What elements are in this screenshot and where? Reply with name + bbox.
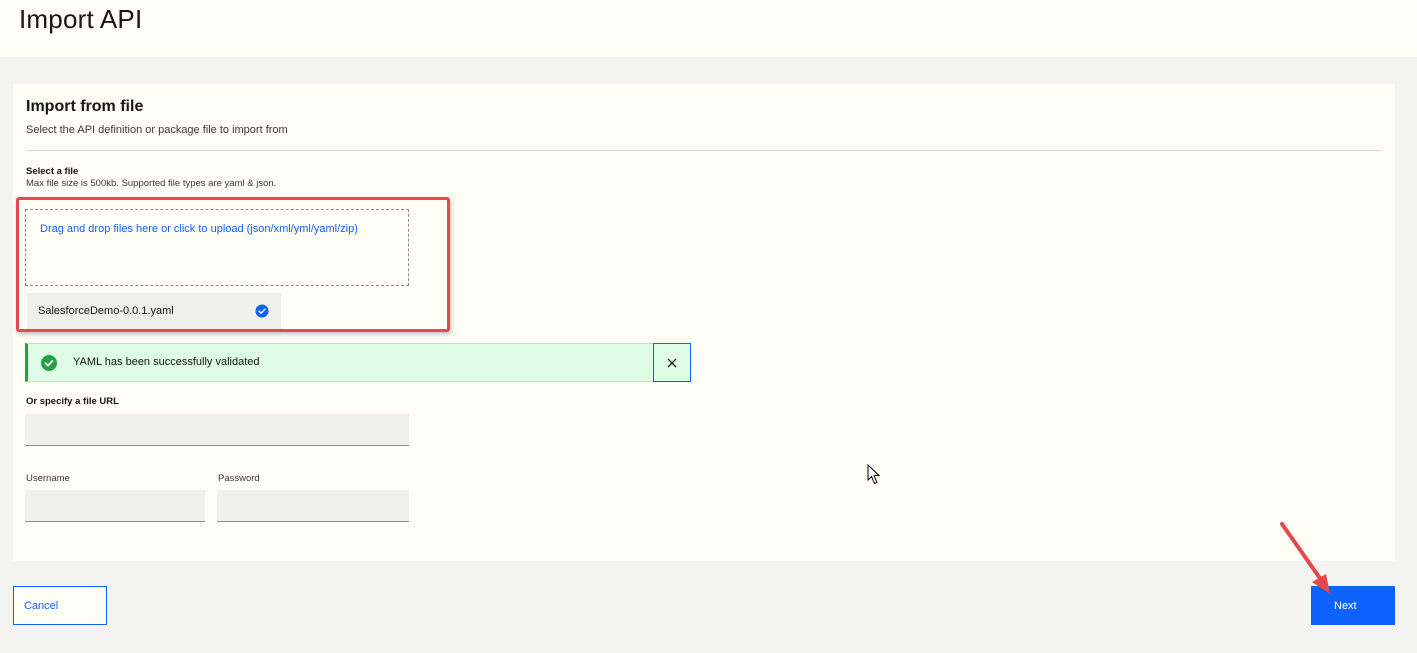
- checkmark-filled-icon: [41, 355, 57, 371]
- username-label: Username: [26, 473, 70, 484]
- selected-file-item: SalesforceDemo-0.0.1.yaml: [27, 293, 281, 329]
- file-url-input[interactable]: [25, 414, 409, 446]
- file-url-label: Or specify a file URL: [26, 396, 119, 407]
- selected-file-name: SalesforceDemo-0.0.1.yaml: [38, 305, 174, 317]
- page-title: Import API: [19, 4, 143, 34]
- section-title: Import from file: [26, 98, 144, 115]
- file-size-helper: Max file size is 500kb. Supported file t…: [26, 178, 277, 189]
- password-input[interactable]: [217, 490, 409, 522]
- password-label: Password: [218, 473, 260, 484]
- cancel-button[interactable]: Cancel: [13, 586, 107, 625]
- notification-message: YAML has been successfully validated: [73, 356, 260, 368]
- username-input[interactable]: [25, 490, 205, 522]
- mouse-pointer-icon: [867, 464, 881, 485]
- file-dropzone[interactable]: Drag and drop files here or click to upl…: [25, 209, 409, 286]
- success-notification: YAML has been successfully validated: [25, 343, 691, 382]
- notification-close-button[interactable]: [653, 343, 691, 382]
- check-circle-icon: [255, 304, 269, 318]
- page-header: Import API: [0, 0, 1417, 57]
- next-button[interactable]: Next: [1311, 586, 1395, 625]
- dropzone-upload-link[interactable]: Drag and drop files here or click to upl…: [40, 223, 358, 235]
- import-from-file-card: Import from file Select the API definiti…: [13, 84, 1395, 561]
- close-icon: [667, 358, 677, 367]
- section-subtitle: Select the API definition or package fil…: [26, 124, 288, 136]
- select-file-label: Select a file: [26, 166, 79, 177]
- section-divider: [26, 150, 1382, 151]
